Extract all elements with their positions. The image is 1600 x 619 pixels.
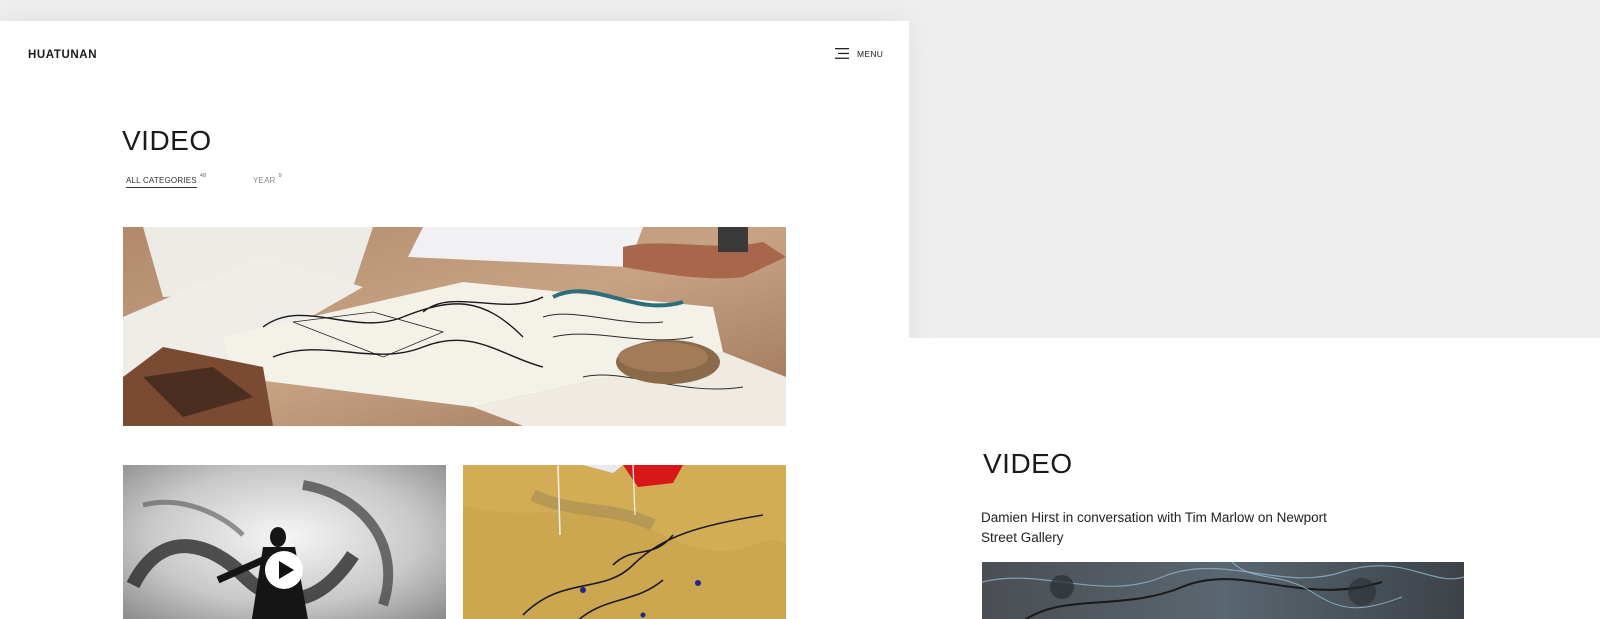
hamburger-menu-icon [835, 48, 849, 59]
dark-painting-image [982, 562, 1464, 619]
menu-button[interactable]: MENU [835, 48, 883, 59]
site-logo[interactable]: HUATUNAN [28, 49, 97, 61]
filter-count: 48 [199, 173, 207, 179]
video-thumbnail-artist-painting[interactable] [123, 465, 446, 619]
video-description-link[interactable]: Damien Hirst in conversation with Tim Ma… [981, 508, 1351, 548]
filter-label: ALL CATEGORIES [126, 176, 197, 188]
video-thumbnail-sketchbook[interactable] [123, 227, 786, 426]
artist-painting-image [123, 465, 446, 619]
detail-panel: VIDEO Damien Hirst in conversation with … [909, 338, 1600, 619]
filter-all-categories[interactable]: ALL CATEGORIES 48 [126, 173, 206, 188]
play-icon[interactable] [265, 551, 303, 589]
yellow-painting-image [463, 465, 786, 619]
page-title: VIDEO [122, 125, 212, 156]
sketchbook-image [123, 227, 786, 426]
detail-video-thumbnail[interactable] [982, 562, 1464, 619]
menu-label: MENU [857, 48, 884, 59]
left-card: HUATUNAN MENU VIDEO ALL CATEGORIES 48 YEA… [0, 21, 909, 619]
detail-title: VIDEO [983, 448, 1073, 479]
filter-year[interactable]: YEAR 9 [253, 173, 282, 187]
video-thumbnail-yellow-painting[interactable] [463, 465, 786, 619]
filter-count: 9 [278, 173, 282, 179]
filter-label: YEAR [253, 176, 276, 185]
